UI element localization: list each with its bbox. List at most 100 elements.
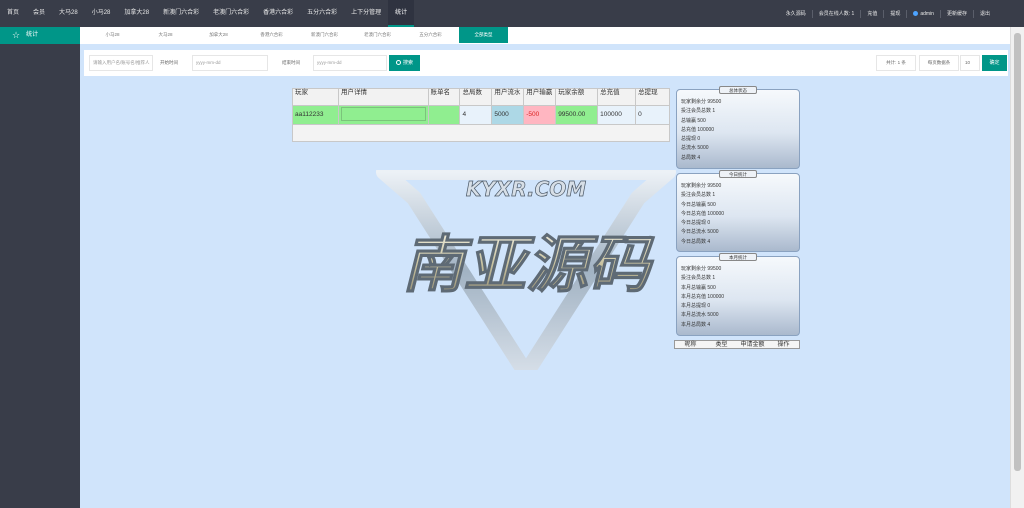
col-bill-name: 账单名: [427, 88, 461, 106]
card-line: 总充值 100000: [681, 126, 715, 133]
month-stats-card: 本月统计 玩家剩余分 99500 投注会员总数 1 本月总输赢 500 本月总充…: [676, 253, 800, 336]
filter-bar: 请输入用户名/账号名/推荐人 开始时间 yyyy-mm-dd 结束时间 yyyy…: [84, 50, 1008, 76]
top-right-menu: 永久源码 会员在线人数: 1 充值 提现 admin 更新缓存 退出: [780, 0, 996, 27]
end-time-label: 结束时间: [282, 60, 300, 65]
card-line: 本月总充值 100000: [681, 293, 725, 300]
cell-total-recharge: 100000: [597, 105, 637, 125]
overall-status-card: 总体状态 玩家剩余分 99500 投注会员总数 1 总输赢 500 总充值 10…: [676, 86, 800, 169]
nav-item-canada28[interactable]: 加拿大28: [117, 0, 156, 27]
nav-item-members[interactable]: 会员: [26, 0, 52, 27]
col-request-amount: 申请金额: [740, 342, 765, 348]
total-count-label: 共计: 1 条: [876, 55, 916, 71]
sidebar-item-statistics[interactable]: ☆ 统计: [0, 27, 80, 44]
nav-item-old-macau-lottery[interactable]: 老澳门六合彩: [206, 0, 256, 27]
search-button-label: 搜索: [402, 60, 413, 66]
card-line: 今日总充值 100000: [681, 210, 725, 217]
admin-username: admin: [920, 10, 934, 17]
col-nickname: 昵称: [684, 342, 697, 348]
card-title: 总体状态: [719, 86, 757, 94]
card-line: 本月总输赢 500: [681, 284, 716, 291]
search-button[interactable]: 搜索: [389, 55, 420, 71]
card-line: 今日总提现 0: [681, 220, 711, 227]
tab-canada28[interactable]: 加拿大28: [194, 27, 243, 43]
withdraw-request-table-header: 昵称 类型 申请金额 操作: [674, 340, 800, 349]
tab-old-macau-lottery[interactable]: 老澳门六合彩: [353, 27, 402, 43]
card-line: 今日总输赢 500: [681, 201, 716, 208]
refresh-cache-link[interactable]: 更新缓存: [939, 9, 973, 18]
nav-item-new-macau-lottery[interactable]: 新澳门六合彩: [156, 0, 206, 27]
nav-item-home[interactable]: 首页: [0, 0, 26, 27]
card-line: 总流水 5000: [681, 145, 709, 152]
card-line: 今日总局数 4: [681, 238, 711, 245]
sidebar-item-label: 统计: [26, 32, 39, 38]
withdraw-link[interactable]: 提现: [883, 9, 906, 18]
cell-bill-name: [427, 105, 461, 125]
card-line: 玩家剩余分 99500: [681, 266, 722, 272]
user-icon: [913, 10, 919, 16]
col-user-detail: 用户详情: [337, 88, 429, 106]
per-page-input[interactable]: 10: [960, 55, 980, 71]
col-total-withdraw: 总提现: [635, 88, 670, 106]
col-total-recharge: 总充值: [597, 88, 637, 106]
card-line: 本月总提现 0: [681, 303, 711, 310]
tab-five-minute-lottery[interactable]: 五分六合彩: [406, 27, 455, 43]
nav-item-dama28[interactable]: 大马28: [52, 0, 85, 27]
card-line: 玩家剩余分 99500: [681, 183, 722, 189]
card-title: 今日统计: [719, 170, 757, 178]
page-scrollbar[interactable]: [1010, 27, 1024, 508]
recharge-link[interactable]: 充值: [860, 9, 883, 18]
col-operation: 操作: [777, 342, 790, 348]
table-row: aa112233 4 5000 -500 99500.00 100000 0: [292, 105, 670, 125]
col-user-flow: 用户流水: [491, 88, 525, 106]
col-player: 玩家: [292, 88, 339, 106]
tab-dama28[interactable]: 大马28: [141, 27, 190, 43]
nav-item-points-management[interactable]: 上下分管理: [344, 0, 388, 27]
empty-cell: [292, 124, 670, 142]
cell-user-flow: 5000: [491, 105, 525, 125]
cell-player: aa112233: [292, 105, 339, 125]
card-line: 投注会员总数 1: [681, 275, 716, 282]
logout-link[interactable]: 退出: [972, 9, 996, 18]
table-empty-row: [292, 124, 670, 142]
cell-total-withdraw: 0: [635, 105, 670, 125]
tab-xiaoma28[interactable]: 小马28: [88, 27, 137, 43]
main-content: 小马28 大马28 加拿大28 香港六合彩 新澳门六合彩 老澳门六合彩 五分六合…: [80, 27, 1010, 508]
card-line: 本月总流水 5000: [681, 312, 719, 319]
nav-item-xiaoma28[interactable]: 小马28: [85, 0, 118, 27]
scrollbar-thumb[interactable]: [1014, 33, 1021, 471]
card-line: 总提现 0: [681, 136, 701, 143]
end-date-input[interactable]: yyyy-mm-dd: [313, 55, 387, 71]
nav-item-hongkong-lottery[interactable]: 香港六合彩: [256, 0, 300, 27]
card-line: 今日总流水 5000: [681, 229, 719, 236]
cell-user-win-loss: -500: [523, 105, 557, 125]
card-line: 玩家剩余分 99500: [681, 99, 722, 105]
sidebar: ☆ 统计: [0, 27, 80, 508]
tab-hongkong-lottery[interactable]: 香港六合彩: [247, 27, 296, 43]
confirm-button[interactable]: 确定: [982, 55, 1007, 71]
top-bar: 首页 会员 大马28 小马28 加拿大28 新澳门六合彩 老澳门六合彩 香港六合…: [0, 0, 1024, 27]
tab-all-types[interactable]: 全部类型: [459, 27, 508, 43]
col-total-rounds: 总局数: [459, 88, 493, 106]
cell-total-rounds: 4: [459, 105, 493, 125]
nav-item-statistics[interactable]: 统计: [388, 0, 415, 27]
card-line: 总输赢 500: [681, 117, 706, 124]
card-line: 本月总局数 4: [681, 321, 711, 328]
table-header-row: 玩家 用户详情 账单名 总局数 用户流水 用户输赢 玩家余额 总充值 总提现: [292, 88, 670, 106]
online-members-count: 会员在线人数: 1: [811, 9, 861, 18]
permanent-source-link[interactable]: 永久源码: [780, 10, 812, 18]
statistics-table: 玩家 用户详情 账单名 总局数 用户流水 用户输赢 玩家余额 总充值 总提现 a…: [292, 88, 670, 142]
user-detail-box[interactable]: [340, 107, 426, 121]
account-search-input[interactable]: 请输入用户名/账号名/推荐人: [89, 55, 153, 71]
cell-player-balance: 99500.00: [555, 105, 599, 125]
watermark-logo: KYXR.COM 南亚源码: [376, 170, 676, 370]
nav-item-five-minute-lottery[interactable]: 五分六合彩: [300, 0, 344, 27]
admin-user-menu[interactable]: admin: [906, 9, 940, 18]
watermark-brand-text: 南亚源码: [402, 228, 655, 301]
cell-user-detail[interactable]: [337, 105, 429, 125]
start-date-input[interactable]: yyyy-mm-dd: [192, 55, 268, 71]
tab-new-macau-lottery[interactable]: 新澳门六合彩: [300, 27, 349, 43]
search-icon: [395, 60, 401, 65]
col-user-win-loss: 用户输赢: [523, 88, 557, 106]
card-line: 投注会员总数 1: [681, 192, 716, 199]
card-title: 本月统计: [719, 253, 757, 261]
